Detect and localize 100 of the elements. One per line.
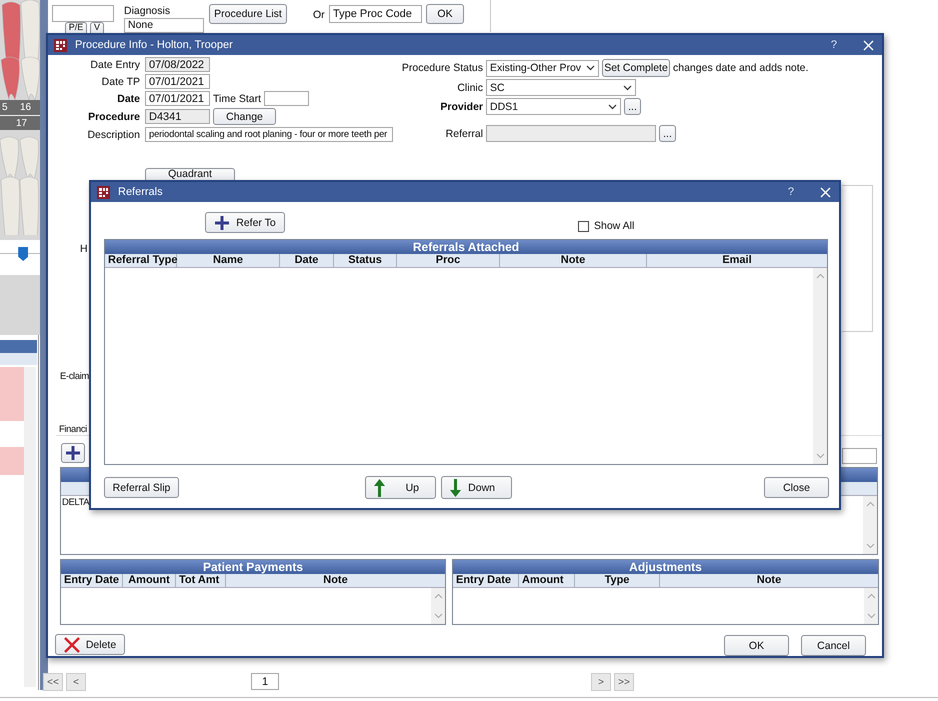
tooth-number: 5 xyxy=(2,102,8,113)
scroll-up-icon[interactable] xyxy=(866,593,876,599)
list-subheader xyxy=(0,353,37,365)
scroll-up-icon[interactable] xyxy=(866,501,874,507)
pick-provider-button[interactable]: ... xyxy=(624,98,641,115)
scrollbar[interactable] xyxy=(863,496,877,554)
help-button[interactable]: ? xyxy=(830,39,837,51)
column-header[interactable]: Proc xyxy=(397,254,500,267)
previous-page-button[interactable]: < xyxy=(66,673,86,691)
financial-tab[interactable]: Financi xyxy=(59,424,87,435)
down-arrow-icon xyxy=(450,478,461,496)
column-header[interactable]: Note xyxy=(500,254,647,267)
tooth-number-strip xyxy=(0,100,40,130)
tooth-chart-drawing[interactable] xyxy=(0,0,40,235)
window-title: Procedure Info - Holton, Trooper xyxy=(75,39,234,51)
clinic-dropdown[interactable]: SC xyxy=(486,79,636,96)
input-field[interactable]: 07/08/2022 xyxy=(145,57,210,72)
ok-button[interactable]: OK xyxy=(724,635,789,656)
delete-button[interactable]: Delete xyxy=(55,634,125,655)
next-page-button[interactable]: > xyxy=(591,673,611,691)
plus-icon xyxy=(214,214,230,230)
scroll-down-icon[interactable] xyxy=(866,613,876,619)
close-icon xyxy=(64,636,80,652)
plus-icon xyxy=(65,445,81,461)
field-label: Date TP xyxy=(100,76,140,88)
column-header[interactable]: Status xyxy=(334,254,397,267)
column-header[interactable]: Type xyxy=(575,574,660,587)
column-header[interactable]: Entry Date xyxy=(453,574,519,587)
slider-panel xyxy=(0,240,40,275)
column-header[interactable]: Date xyxy=(280,254,334,267)
close-icon[interactable] xyxy=(863,40,874,50)
slider-track[interactable] xyxy=(0,247,40,263)
small-button[interactable]: V xyxy=(90,22,104,33)
column-header[interactable]: Name xyxy=(177,254,280,267)
column-header[interactable]: Entry Date xyxy=(61,574,123,587)
scroll-down-icon[interactable] xyxy=(434,613,442,619)
referral-field[interactable] xyxy=(486,125,656,142)
clinic-label: Clinic xyxy=(456,82,483,94)
status-note: changes date and adds note. xyxy=(673,62,808,74)
cancel-button[interactable]: Cancel xyxy=(801,635,866,656)
column-header[interactable]: Referral Type xyxy=(105,254,177,267)
field-label: Description xyxy=(86,128,140,140)
scroll-up-icon[interactable] xyxy=(434,593,442,599)
window-title: Referrals xyxy=(118,186,164,198)
last-page-button[interactable]: >> xyxy=(614,673,634,691)
down-button[interactable]: Down xyxy=(441,476,512,499)
scrollbar[interactable] xyxy=(24,367,36,687)
close-icon[interactable] xyxy=(820,186,831,198)
show-all-label: Show All xyxy=(594,220,634,232)
column-header[interactable]: Email xyxy=(647,254,827,267)
add-button[interactable] xyxy=(61,443,85,463)
input-field[interactable] xyxy=(842,448,877,464)
scrollbar[interactable] xyxy=(864,588,878,624)
input-field[interactable]: D4341 xyxy=(145,109,210,124)
scroll-up-icon[interactable] xyxy=(816,273,824,279)
scroll-down-icon[interactable] xyxy=(816,453,824,459)
ok-button[interactable]: OK xyxy=(426,4,464,24)
scrollbar[interactable] xyxy=(431,588,445,624)
diagnosis-list[interactable]: None xyxy=(124,18,204,33)
app-icon xyxy=(97,186,110,198)
first-page-button[interactable]: << xyxy=(43,673,63,691)
input-field[interactable]: 07/01/2021 xyxy=(145,91,210,106)
time-start-field[interactable] xyxy=(264,91,310,106)
input-field[interactable]: 07/01/2021 xyxy=(145,74,210,89)
provider-dropdown[interactable]: DDS1 xyxy=(486,98,621,115)
change-button[interactable]: Change xyxy=(213,108,276,125)
set-complete-button[interactable]: Set Complete xyxy=(602,59,670,77)
field-label: Procedure xyxy=(87,110,140,122)
app-icon xyxy=(54,38,67,52)
field-label: Date xyxy=(116,92,140,104)
or-label: Or xyxy=(313,9,325,21)
diagnosis-label: Diagnosis xyxy=(124,5,170,17)
grid-title: Referrals Attached xyxy=(105,240,827,254)
referral-slip-button[interactable]: Referral Slip xyxy=(104,477,179,498)
column-header[interactable]: Tot Amt xyxy=(176,574,226,587)
up-button[interactable]: Up xyxy=(365,476,436,499)
column-header[interactable]: Note xyxy=(660,574,878,587)
column-header[interactable]: Amount xyxy=(123,574,176,587)
refer-to-button[interactable]: Refer To xyxy=(205,212,285,233)
small-button[interactable]: P/E xyxy=(65,22,87,33)
close-button[interactable]: Close xyxy=(764,477,829,498)
tooth-number: 16 xyxy=(20,102,32,113)
provider-label: Provider xyxy=(439,100,483,112)
grid-title: Patient Payments xyxy=(61,560,445,574)
scroll-down-icon[interactable] xyxy=(866,543,874,549)
input-field[interactable] xyxy=(52,5,114,22)
page-number-field[interactable]: 1 xyxy=(251,673,279,690)
tooth-number: 17 xyxy=(16,118,28,129)
column-header[interactable]: Note xyxy=(226,574,445,587)
proc-code-field[interactable]: Type Proc Code xyxy=(329,5,422,23)
input-field[interactable]: periodontal scaling and root planing - four or more teeth per xyxy=(145,127,393,142)
checkbox[interactable] xyxy=(578,220,589,232)
procedure-list-button[interactable]: Procedure List xyxy=(209,4,287,24)
pick-referral-button[interactable]: ... xyxy=(659,125,676,142)
help-button[interactable]: ? xyxy=(788,186,794,198)
column-header[interactable]: Amount xyxy=(519,574,575,587)
scrollbar[interactable] xyxy=(813,268,827,464)
field-label: Date Entry xyxy=(89,58,140,70)
status-dropdown[interactable]: Existing-Other Prov xyxy=(486,60,599,76)
eclaim-label: E-claim xyxy=(60,371,89,382)
